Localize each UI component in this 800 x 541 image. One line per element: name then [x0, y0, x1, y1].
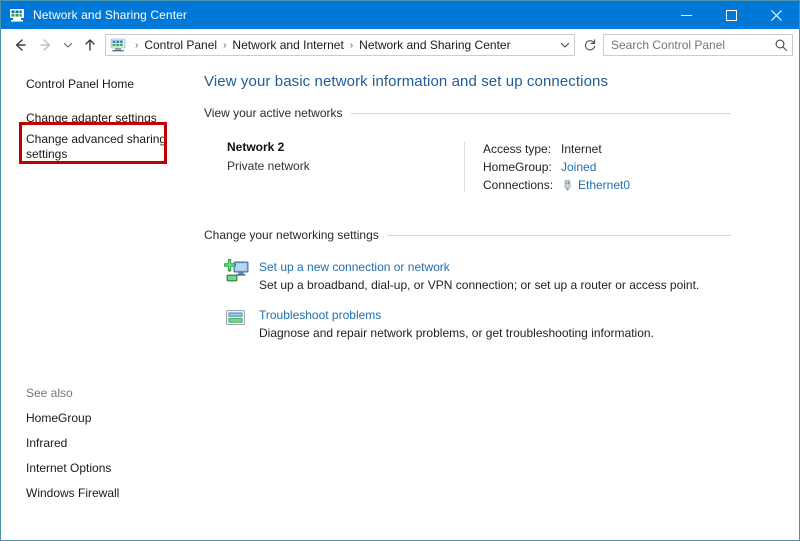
setting-item-troubleshoot[interactable]: Troubleshoot problems Diagnose and repai… — [204, 292, 799, 340]
sidebar-item-change-adapter-settings[interactable]: Change adapter settings — [1, 108, 176, 129]
breadcrumb-item-control-panel[interactable]: Control Panel — [143, 38, 218, 52]
network-plug-icon — [561, 179, 574, 192]
connections-label: Connections: — [483, 178, 561, 192]
forward-arrow-icon — [33, 32, 59, 58]
see-also-item-internet-options[interactable]: Internet Options — [1, 456, 176, 481]
search-icon[interactable] — [770, 35, 792, 55]
active-network-identity: Network 2 Private network — [204, 140, 464, 194]
page-title: View your basic network information and … — [204, 73, 799, 106]
recent-locations-chevron-down-icon[interactable] — [59, 32, 77, 58]
window-controls — [664, 1, 799, 29]
active-networks-heading-row: View your active networks — [204, 106, 799, 122]
homegroup-label: HomeGroup: — [483, 160, 561, 174]
breadcrumb-item-network-and-internet[interactable]: Network and Internet — [231, 38, 344, 52]
networking-settings-heading: Change your networking settings — [204, 228, 379, 242]
breadcrumb-separator: › — [345, 40, 358, 51]
close-button[interactable] — [754, 1, 799, 29]
network-name: Network 2 — [227, 140, 464, 159]
breadcrumb-item-network-and-sharing-center[interactable]: Network and Sharing Center — [358, 38, 511, 52]
see-also-item-windows-firewall[interactable]: Windows Firewall — [1, 481, 176, 506]
detail-row-access-type: Access type: Internet — [483, 140, 799, 158]
detail-row-connections: Connections: Ethernet0 — [483, 176, 799, 194]
section-divider — [351, 113, 731, 114]
see-also-title: See also — [1, 386, 197, 406]
see-also-section: See also HomeGroup Infrared Internet Opt… — [1, 386, 197, 506]
breadcrumb[interactable]: › Control Panel › Network and Internet ›… — [105, 34, 575, 56]
window-title: Network and Sharing Center — [33, 8, 187, 22]
access-type-label: Access type: — [483, 142, 561, 156]
description-set-up-new-connection: Set up a broadband, dial-up, or VPN conn… — [259, 278, 699, 292]
active-networks-heading: View your active networks — [204, 106, 343, 120]
network-sharing-center-window: Network and Sharing Center — [0, 0, 800, 541]
minimize-button[interactable] — [664, 1, 709, 29]
detail-row-homegroup: HomeGroup: Joined — [483, 158, 799, 176]
breadcrumb-separator: › — [218, 40, 231, 51]
description-troubleshoot-problems: Diagnose and repair network problems, or… — [259, 326, 654, 340]
content-area: Control Panel Home Change adapter settin… — [1, 61, 799, 540]
breadcrumb-separator: › — [130, 40, 143, 51]
access-type-value: Internet — [561, 142, 602, 156]
active-network-details: Access type: Internet HomeGroup: Joined … — [483, 140, 799, 194]
main-pane: View your basic network information and … — [197, 61, 799, 540]
setting-item-new-connection[interactable]: Set up a new connection or network Set u… — [204, 244, 799, 292]
link-troubleshoot-problems[interactable]: Troubleshoot problems — [259, 308, 654, 326]
networking-settings-heading-row: Change your networking settings — [204, 228, 799, 244]
vertical-divider — [464, 142, 465, 192]
troubleshoot-icon — [224, 307, 252, 333]
sidebar: Control Panel Home Change adapter settin… — [1, 61, 197, 540]
title-bar: Network and Sharing Center — [1, 1, 799, 29]
connection-link-ethernet0[interactable]: Ethernet0 — [578, 178, 630, 192]
back-arrow-icon[interactable] — [7, 32, 33, 58]
search-box[interactable] — [603, 34, 793, 56]
see-also-item-homegroup[interactable]: HomeGroup — [1, 406, 176, 431]
search-input[interactable] — [604, 37, 770, 53]
link-set-up-new-connection[interactable]: Set up a new connection or network — [259, 260, 699, 278]
refresh-icon[interactable] — [579, 35, 601, 55]
homegroup-link[interactable]: Joined — [561, 160, 596, 174]
active-network-entry: Network 2 Private network Access type: I… — [204, 122, 799, 194]
section-divider — [387, 235, 731, 236]
network-type: Private network — [227, 159, 464, 173]
address-bar: › Control Panel › Network and Internet ›… — [1, 29, 799, 61]
troubleshoot-texts: Troubleshoot problems Diagnose and repai… — [259, 307, 654, 340]
sidebar-item-control-panel-home[interactable]: Control Panel Home — [1, 74, 176, 95]
new-connection-texts: Set up a new connection or network Set u… — [259, 259, 699, 292]
sidebar-item-change-advanced-sharing-settings[interactable]: Change advanced sharing settings — [1, 129, 176, 165]
up-arrow-icon[interactable] — [77, 32, 103, 58]
breadcrumb-network-sharing-icon — [110, 37, 126, 53]
breadcrumb-chevron-down-icon[interactable] — [556, 35, 574, 55]
networking-settings-section: Change your networking settings — [204, 194, 799, 340]
maximize-button[interactable] — [709, 1, 754, 29]
see-also-item-infrared[interactable]: Infrared — [1, 431, 176, 456]
network-sharing-icon — [9, 7, 25, 23]
new-connection-icon — [224, 259, 252, 285]
